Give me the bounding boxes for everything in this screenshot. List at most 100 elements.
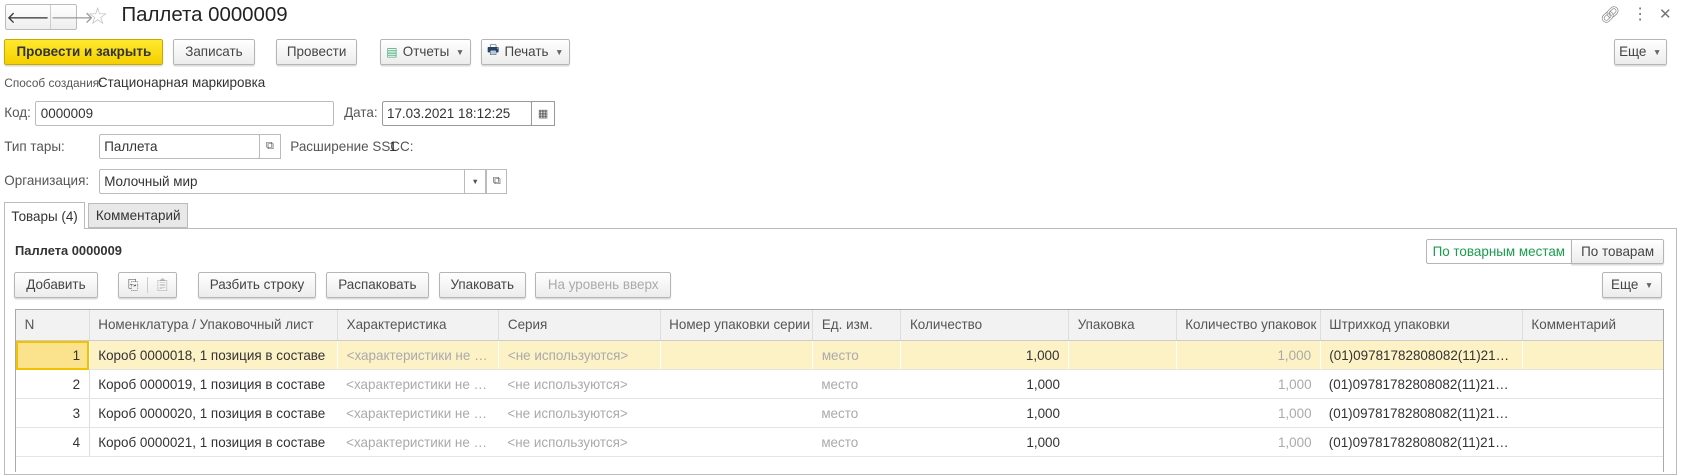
open-icon[interactable]: ⧉ [485,168,508,194]
open-icon[interactable]: ⧉ [259,134,281,160]
creation-value: Стационарная маркировка [97,75,266,91]
star-icon[interactable]: ☆ [87,2,108,31]
table-cell[interactable]: 4 [16,427,90,458]
tab-goods[interactable]: Товары (4) [4,202,85,229]
reports-button[interactable]: ▤ Отчеты ▼ [379,38,471,65]
toggle-by-places[interactable]: По товарным местам [1425,238,1572,265]
table-cell[interactable] [660,340,814,371]
close-icon[interactable]: ✕ [1659,5,1672,23]
table-row[interactable]: 2 Короб 0000019, 1 позиция в составе <хара… [16,369,1664,400]
date-input[interactable]: 17.03.2021 18:12:25 [381,101,533,126]
copy-icon[interactable]: ⎘ [119,276,149,293]
table-row[interactable]: 3 Короб 0000020, 1 позиция в составе <хара… [16,398,1664,429]
split-row-button[interactable]: Разбить строку [197,272,317,298]
table-cell[interactable]: место [812,340,902,371]
more-label: Еще [1619,44,1647,60]
add-button[interactable]: Добавить [13,272,98,298]
calendar-icon[interactable]: ▦ [531,101,555,126]
table-cell[interactable] [1068,398,1177,429]
column-header[interactable]: Количество упаковок [1176,309,1321,342]
dropdown-icon[interactable]: ▼ [464,168,486,194]
table-cell[interactable]: место [812,427,901,458]
table-cell[interactable]: <характеристики не и... [337,369,499,400]
table-cell[interactable]: 1,000 [900,427,1069,458]
table-cell[interactable]: (01)09781782808082(11)2103... [1320,427,1523,458]
table-cell[interactable] [1068,369,1177,400]
table-cell[interactable]: (01)09781782808082(11)2103... [1320,340,1523,371]
table-cell[interactable]: 1,000 [1176,369,1321,400]
table-cell[interactable]: 1,000 [900,398,1069,429]
chevron-down-icon: ▼ [554,46,564,57]
tare-input[interactable]: Паллета [98,134,261,160]
save-button[interactable]: Записать [173,38,255,65]
table-row[interactable]: 1 Короб 0000018, 1 позиция в составе <хара… [16,340,1664,371]
toggle-by-goods[interactable]: По товарам [1570,238,1665,265]
column-header[interactable]: Упаковка [1068,309,1177,342]
back-button[interactable]: 🡐 [6,5,51,30]
reports-icon: ▤ [386,44,398,59]
column-header[interactable]: Штрихкод упаковки [1320,309,1523,342]
table-cell[interactable]: <не используются> [498,398,661,429]
sscc-value: 1 [389,138,397,154]
code-input[interactable]: 0000009 [35,101,335,126]
table-cell[interactable]: Короб 0000020, 1 позиция в составе [89,398,338,429]
table-cell[interactable] [1522,398,1664,429]
link-icon[interactable]: 🔗︎ [1600,5,1620,25]
table-cell[interactable]: (01)09781782808082(11)2103... [1320,369,1523,400]
table-cell[interactable] [1068,427,1177,458]
table-cell[interactable]: <не используются> [498,340,661,371]
code-label: Код: [4,105,31,121]
pack-button[interactable]: Упаковать [438,272,526,298]
table-cell[interactable]: 1,000 [1176,398,1321,429]
table-cell[interactable]: 1,000 [1176,427,1321,458]
column-header[interactable]: Характеристика [337,309,500,342]
table-cell[interactable] [1522,340,1664,371]
column-header[interactable]: Номенклатура / Упаковочный лист [89,309,339,342]
column-header[interactable]: Ед. изм. [812,309,902,342]
table-cell[interactable]: 3 [16,398,90,429]
table-cell[interactable]: место [812,369,901,400]
reports-label: Отчеты [402,44,450,60]
table-cell[interactable]: Короб 0000021, 1 позиция в составе [89,427,338,458]
level-up-button[interactable]: На уровень вверх [535,272,671,298]
column-header[interactable]: Количество [900,309,1070,342]
column-header[interactable]: Серия [498,309,661,342]
column-header[interactable]: Комментарий [1522,309,1664,342]
table-cell[interactable]: (01)09781782808082(11)2103... [1320,398,1523,429]
paste-icon[interactable]: 📋︎ [148,277,176,293]
table-cell[interactable]: 1,000 [900,369,1069,400]
tab-comment[interactable]: Комментарий [88,203,189,228]
table-cell[interactable]: <характеристики не и... [337,427,499,458]
table-cell[interactable]: <характеристики не и... [337,340,500,371]
table-cell[interactable]: <не используются> [498,427,661,458]
unpack-button[interactable]: Распаковать [325,272,429,298]
table-cell[interactable]: Короб 0000019, 1 позиция в составе [89,369,338,400]
post-and-close-button[interactable]: Провести и закрыть [4,38,164,65]
more-button[interactable]: Еще ▼ [1613,38,1667,65]
table-cell[interactable]: <характеристики не и... [337,398,499,429]
table-more-button[interactable]: Еще ▼ [1602,272,1663,298]
table-cell[interactable]: 2 [16,369,90,400]
table-cell[interactable]: место [812,398,901,429]
table-cell[interactable] [660,427,813,458]
table-cell[interactable] [1522,427,1664,458]
chevron-down-icon: ▼ [455,46,465,57]
table-cell[interactable] [1522,369,1664,400]
table-cell[interactable]: 1,000 [1176,340,1321,371]
table-cell[interactable]: 1 [16,340,90,371]
table-cell[interactable]: Короб 0000018, 1 позиция в составе [89,340,339,371]
column-header[interactable]: N [16,309,90,342]
table-row[interactable]: 4 Короб 0000021, 1 позиция в составе <хара… [16,427,1664,458]
post-button[interactable]: Провести [276,38,357,65]
table-cell[interactable] [660,398,813,429]
org-input[interactable]: Молочный мир [98,168,466,194]
more-vert-icon[interactable]: ⋮ [1632,4,1648,24]
chevron-down-icon: ▼ [1644,279,1654,290]
more-label: Еще [1611,277,1639,293]
print-button[interactable]: 🖶 Печать ▼ [480,38,570,65]
table-cell[interactable] [660,369,813,400]
table-cell[interactable]: 1,000 [900,340,1070,371]
column-header[interactable]: Номер упаковки серии [660,309,814,342]
table-cell[interactable] [1068,340,1177,371]
table-cell[interactable]: <не используются> [498,369,661,400]
